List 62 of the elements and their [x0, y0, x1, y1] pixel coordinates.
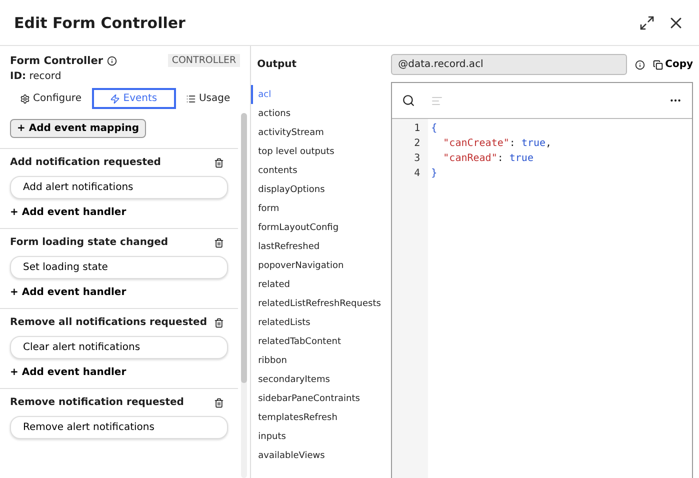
output-item[interactable]: acl [251, 85, 386, 104]
line-number: 3 [413, 153, 422, 166]
output-item[interactable]: top level outputs [251, 142, 386, 161]
event-handler-item[interactable]: Remove alert notifications [10, 416, 228, 439]
output-item[interactable]: displayOptions [251, 180, 386, 199]
event-handler-item[interactable]: Set loading state [10, 256, 228, 279]
output-item[interactable]: relatedLists [251, 313, 386, 332]
info-icon[interactable] [635, 60, 646, 70]
event-handler-item[interactable]: Add alert notifications [10, 176, 228, 199]
tab[interactable]: Usage [178, 88, 238, 109]
expand-button[interactable] [639, 14, 655, 30]
trash-icon[interactable] [214, 158, 224, 168]
output-item[interactable]: relatedListRefreshRequests [251, 294, 386, 313]
controller-id: ID: record [10, 71, 62, 82]
trash-icon[interactable] [214, 398, 224, 408]
line-number: 1 [413, 123, 422, 136]
output-item[interactable]: templatesRefresh [251, 408, 386, 427]
event-handler-item[interactable]: Clear alert notifications [10, 336, 228, 359]
bolt-icon [110, 94, 120, 104]
add-event-mapping-button[interactable]: + Add event mapping [10, 119, 146, 138]
code-line: } [431, 168, 438, 181]
event-title: Form loading state changed [10, 237, 168, 248]
scrollbar[interactable] [241, 113, 248, 478]
controller-badge: CONTROLLER [168, 54, 240, 67]
code-line: "canRead": true [442, 153, 534, 166]
output-item[interactable]: formLayoutConfig [251, 218, 386, 237]
output-item[interactable]: secondaryItems [251, 370, 386, 389]
output-item[interactable]: related [251, 275, 386, 294]
output-item[interactable]: contents [251, 161, 386, 180]
add-event-handler-button[interactable]: + Add event handler [10, 207, 126, 218]
trash-icon[interactable] [214, 238, 224, 248]
controller-name: Form Controller [10, 54, 104, 66]
output-item[interactable]: form [251, 199, 386, 218]
line-number: 2 [413, 138, 422, 151]
event-title: Remove all notifications requested [10, 317, 208, 328]
gear-icon [20, 94, 30, 104]
output-label: Output [256, 58, 298, 72]
output-item[interactable]: inputs [251, 427, 386, 446]
output-item[interactable]: availableViews [251, 446, 386, 465]
trash-icon[interactable] [214, 318, 224, 328]
window-title: Edit Form Controller [14, 14, 186, 32]
tab[interactable]: Configure [12, 88, 90, 109]
code-line: { [431, 123, 438, 136]
info-icon[interactable] [107, 56, 118, 66]
output-item[interactable]: lastRefreshed [251, 237, 386, 256]
output-item[interactable]: popoverNavigation [251, 256, 386, 275]
event-title: Add notification requested [10, 157, 161, 168]
event-title: Remove notification requested [10, 397, 184, 408]
output-item[interactable]: relatedTabContent [251, 332, 386, 351]
add-event-handler-button[interactable]: + Add event handler [10, 367, 126, 378]
output-item[interactable]: ribbon [251, 351, 386, 370]
tab[interactable]: Events [92, 88, 176, 109]
search-icon[interactable] [402, 94, 416, 107]
add-event-handler-button[interactable]: + Add event handler [10, 287, 126, 298]
copy-button[interactable]: Copy [653, 59, 693, 70]
line-number: 4 [413, 168, 422, 181]
copy-icon [653, 60, 664, 70]
output-item[interactable]: activityStream [251, 123, 386, 142]
output-item[interactable]: sidebarPaneContraints [251, 389, 386, 408]
output-item[interactable]: actions [251, 104, 386, 123]
path-field[interactable]: @data.record.acl [391, 54, 628, 75]
code-line: "canCreate": true, [442, 138, 553, 151]
